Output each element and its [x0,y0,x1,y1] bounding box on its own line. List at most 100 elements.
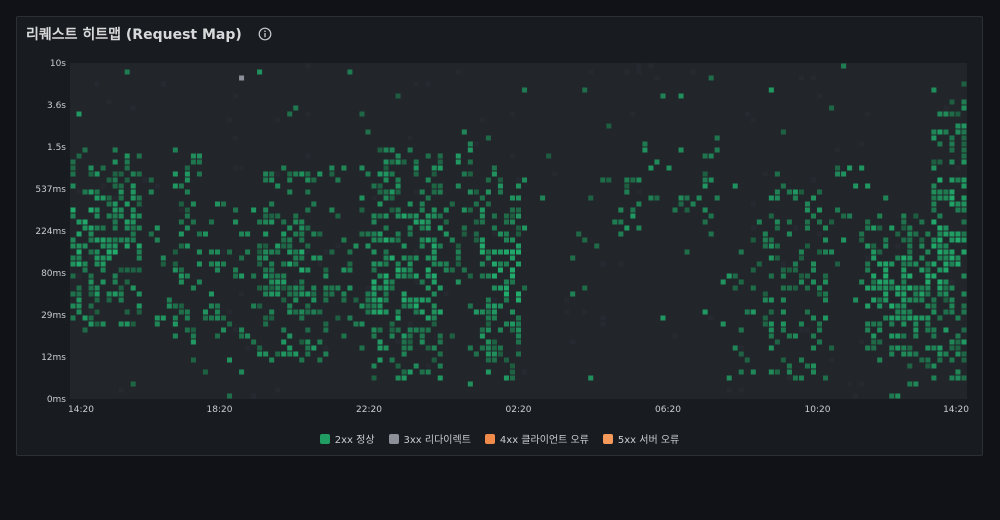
heatmap-cell[interactable] [509,297,515,303]
heatmap-cell[interactable] [383,273,389,279]
heatmap-cell[interactable] [570,123,576,129]
heatmap-cell[interactable] [106,267,112,273]
heatmap-cell[interactable] [227,99,233,105]
heatmap-cell[interactable] [365,297,371,303]
heatmap-cell[interactable] [124,87,130,93]
heatmap-cell[interactable] [311,159,317,165]
heatmap-cell[interactable] [70,369,76,375]
heatmap-cell[interactable] [214,321,220,327]
heatmap-cell[interactable] [377,105,383,111]
heatmap-cell[interactable] [564,135,570,141]
heatmap-cell[interactable] [130,171,136,177]
heatmap-cell[interactable] [208,147,214,153]
heatmap-cell[interactable] [257,195,263,201]
heatmap-cell[interactable] [491,69,497,75]
heatmap-cell[interactable] [305,303,311,309]
heatmap-cell[interactable] [142,207,148,213]
heatmap-cell[interactable] [461,159,467,165]
heatmap-cell[interactable] [522,297,528,303]
heatmap-cell[interactable] [582,339,588,345]
heatmap-cell[interactable] [208,273,214,279]
heatmap-cell[interactable] [287,183,293,189]
heatmap-cell[interactable] [154,207,160,213]
heatmap-cell[interactable] [251,195,257,201]
heatmap-cell[interactable] [383,351,389,357]
heatmap-cell[interactable] [534,381,540,387]
heatmap-cell[interactable] [281,219,287,225]
heatmap-cell[interactable] [449,153,455,159]
heatmap-cell[interactable] [317,309,323,315]
heatmap-cell[interactable] [263,147,269,153]
heatmap-cell[interactable] [437,225,443,231]
heatmap-cell[interactable] [166,219,172,225]
heatmap-cell[interactable] [275,63,281,69]
heatmap-cell[interactable] [431,369,437,375]
heatmap-cell[interactable] [257,207,263,213]
heatmap-cell[interactable] [76,177,82,183]
heatmap-cell[interactable] [491,153,497,159]
heatmap-cell[interactable] [582,321,588,327]
heatmap-cell[interactable] [437,237,443,243]
heatmap-cell[interactable] [269,321,275,327]
heatmap-cell[interactable] [564,75,570,81]
heatmap-cell[interactable] [522,381,528,387]
heatmap-cell[interactable] [160,87,166,93]
heatmap-cell[interactable] [227,303,233,309]
heatmap-cell[interactable] [491,189,497,195]
heatmap-cell[interactable] [413,267,419,273]
heatmap-cell[interactable] [136,375,142,381]
heatmap-cell[interactable] [166,207,172,213]
heatmap-cell[interactable] [311,81,317,87]
heatmap-cell[interactable] [124,309,130,315]
heatmap-cell[interactable] [251,153,257,159]
heatmap-cell[interactable] [515,303,522,309]
heatmap-cell[interactable] [233,105,239,111]
heatmap-cell[interactable] [184,381,190,387]
heatmap-cell[interactable] [395,375,401,381]
heatmap-cell[interactable] [245,189,251,195]
heatmap-cell[interactable] [546,237,552,243]
heatmap-cell[interactable] [305,267,311,273]
heatmap-cell[interactable] [600,249,606,255]
heatmap-cell[interactable] [600,183,606,189]
heatmap-cell[interactable] [214,315,220,321]
heatmap-cell[interactable] [245,165,251,171]
heatmap-cell[interactable] [443,387,449,393]
heatmap-cell[interactable] [413,363,419,369]
heatmap-cell[interactable] [202,231,208,237]
heatmap-cell[interactable] [377,111,383,117]
heatmap-cell[interactable] [287,123,293,129]
heatmap-cell[interactable] [449,123,455,129]
heatmap-cell[interactable] [419,81,425,87]
heatmap-cell[interactable] [546,219,552,225]
heatmap-cell[interactable] [221,243,227,249]
heatmap-cell[interactable] [190,237,196,243]
heatmap-cell[interactable] [263,201,269,207]
heatmap-cell[interactable] [317,237,323,243]
heatmap-cell[interactable] [431,153,437,159]
heatmap-cell[interactable] [233,93,239,99]
heatmap-cell[interactable] [112,351,118,357]
heatmap-cell[interactable] [509,345,515,351]
heatmap-cell[interactable] [546,327,552,333]
heatmap-cell[interactable] [329,291,335,297]
heatmap-cell[interactable] [431,315,437,321]
heatmap-cell[interactable] [497,111,503,117]
heatmap-cell[interactable] [317,243,323,249]
heatmap-cell[interactable] [257,93,263,99]
heatmap-cell[interactable] [341,135,347,141]
heatmap-cell[interactable] [70,393,76,399]
heatmap-cell[interactable] [184,165,190,171]
heatmap-cell[interactable] [263,249,269,255]
heatmap-cell[interactable] [437,327,443,333]
heatmap-cell[interactable] [576,207,582,213]
heatmap-cell[interactable] [534,267,540,273]
heatmap-cell[interactable] [70,201,76,207]
heatmap-cell[interactable] [178,63,184,69]
heatmap-cell[interactable] [208,183,214,189]
heatmap-cell[interactable] [570,147,576,153]
heatmap-cell[interactable] [479,129,485,135]
heatmap-cell[interactable] [479,171,485,177]
heatmap-cell[interactable] [522,117,528,123]
heatmap-cell[interactable] [106,381,112,387]
